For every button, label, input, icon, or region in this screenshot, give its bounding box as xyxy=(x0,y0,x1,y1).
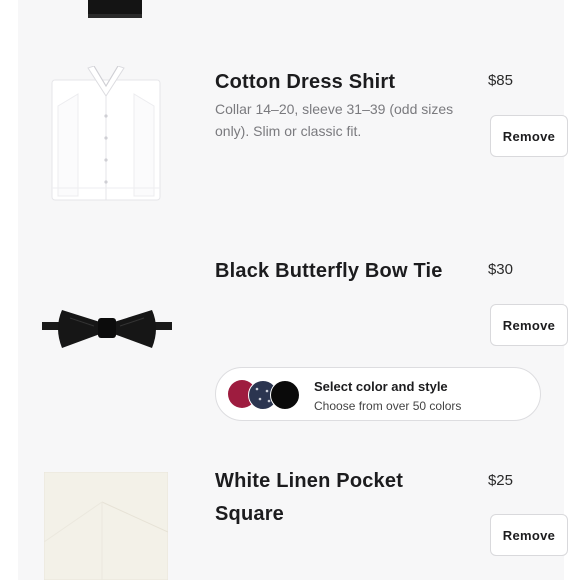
product-title: Black Butterfly Bow Tie xyxy=(215,260,443,282)
bow-tie-image xyxy=(42,306,172,350)
remove-button[interactable]: Remove xyxy=(490,304,568,346)
remove-button[interactable]: Remove xyxy=(490,514,568,556)
product-title: White Linen Pocket Square xyxy=(215,465,403,531)
selector-title: Select color and style xyxy=(314,379,448,394)
product-price: $25 xyxy=(487,472,513,489)
dress-shirt-image xyxy=(48,65,164,202)
selector-subtitle: Choose from over 50 colors xyxy=(314,399,462,413)
product-price: $85 xyxy=(487,72,513,89)
product-title-line1: White Linen Pocket xyxy=(215,470,404,492)
swatch-black xyxy=(270,380,300,410)
product-title-line2: Square xyxy=(215,503,285,525)
previous-item-image xyxy=(88,0,142,18)
cart-panel: Cotton Dress Shirt $85 Collar 14–20, sle… xyxy=(18,0,568,581)
pocket-square-image xyxy=(43,471,169,581)
remove-button[interactable]: Remove xyxy=(490,115,568,157)
product-price: $30 xyxy=(487,261,513,278)
color-style-selector[interactable]: Select color and style Choose from over … xyxy=(215,367,541,421)
product-title: Cotton Dress Shirt xyxy=(215,71,396,93)
product-description: Collar 14–20, sleeve 31–39 (odd sizes on… xyxy=(215,101,454,139)
